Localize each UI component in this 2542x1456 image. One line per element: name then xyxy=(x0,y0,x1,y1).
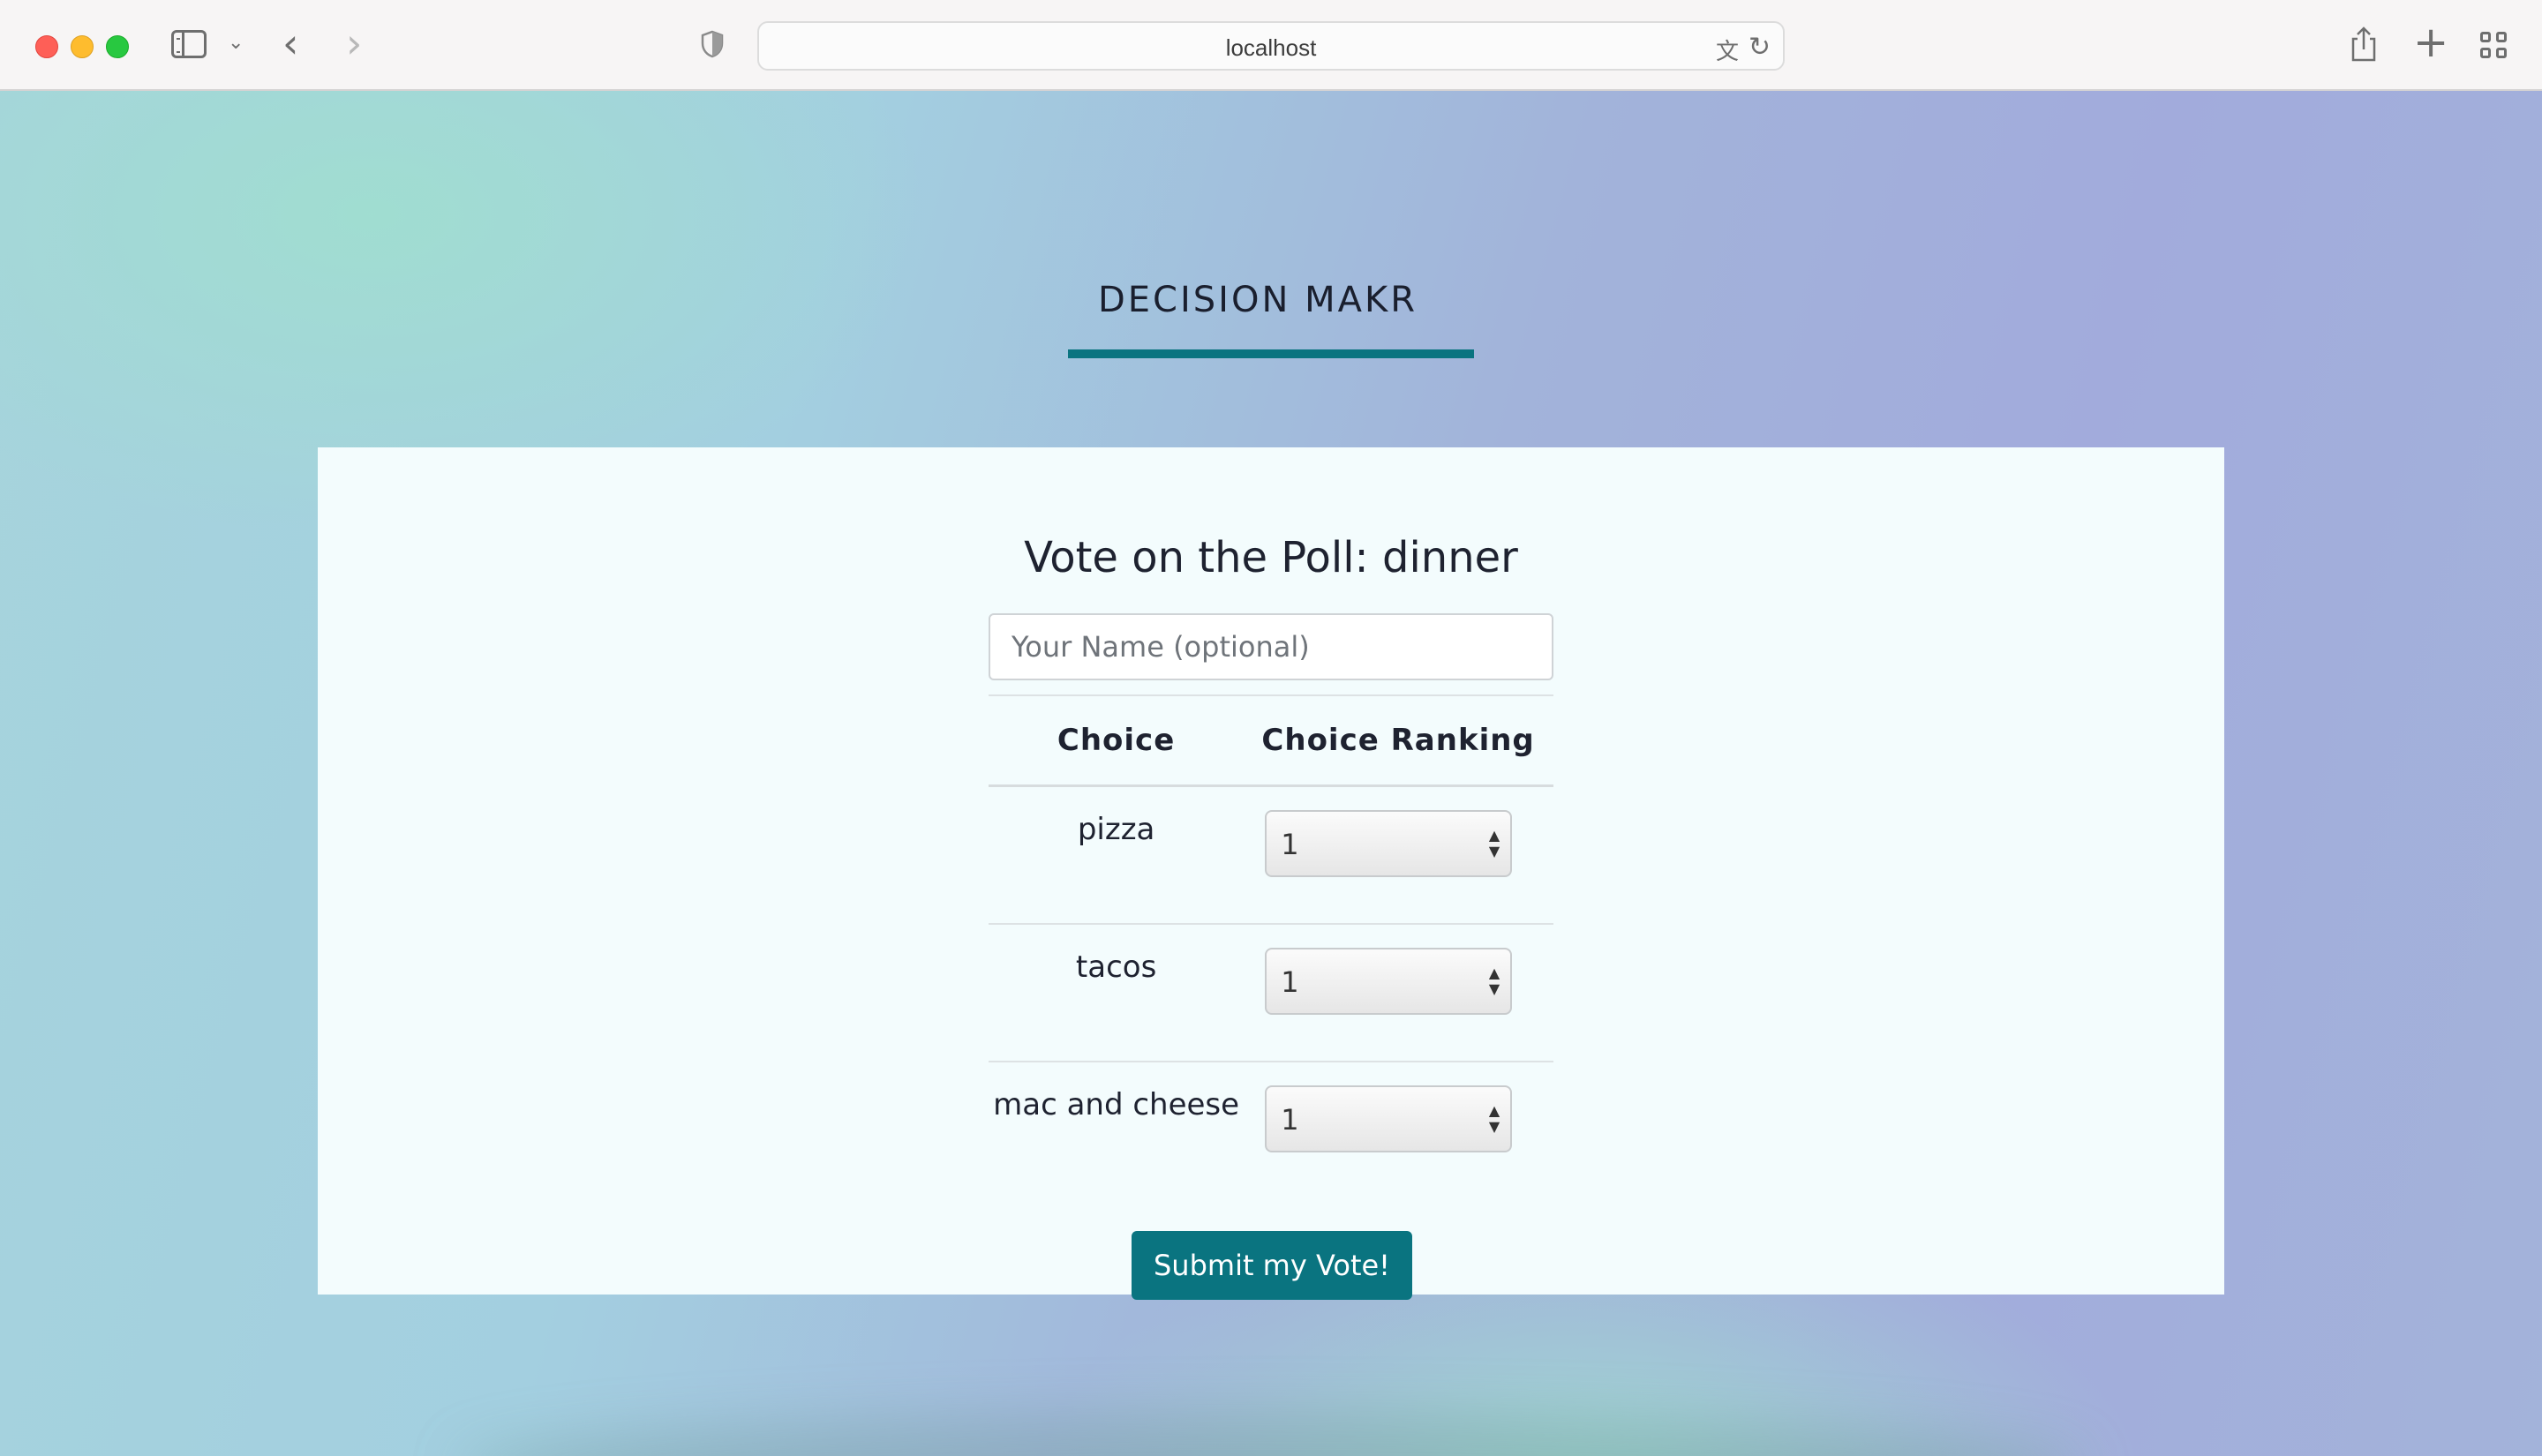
rank-value: 1 xyxy=(1281,828,1299,861)
tab-overview-icon[interactable] xyxy=(2480,32,2508,60)
back-arrow-icon[interactable]: ‹ xyxy=(282,23,298,64)
reload-icon[interactable]: ↻ xyxy=(1749,32,1771,63)
ranking-table: Choice Choice Ranking pizza 1 ▲▼ tacos xyxy=(989,694,1553,1198)
page-viewport: DECISION MAKR Vote on the Poll: dinner C… xyxy=(0,91,2542,1456)
translate-icon[interactable]: 文 xyxy=(1716,34,1739,66)
footer-shadow xyxy=(459,1415,2083,1456)
new-tab-plus-icon[interactable]: + xyxy=(2413,21,2448,64)
rank-select-tacos[interactable]: 1 ▲ ▼ xyxy=(1265,948,1513,1015)
minimize-window-button[interactable] xyxy=(71,35,94,58)
privacy-shield-icon[interactable] xyxy=(701,30,724,58)
zoom-window-button[interactable] xyxy=(106,35,129,58)
table-row: mac and cheese 1 ▲ ▼ xyxy=(989,1062,1553,1198)
share-icon[interactable] xyxy=(2350,26,2378,64)
forward-arrow-icon[interactable]: › xyxy=(346,23,362,64)
submit-vote-button[interactable]: Submit my Vote! xyxy=(1132,1231,1412,1300)
table-row: pizza 1 ▲ ▼ xyxy=(989,785,1553,925)
chevron-down-icon[interactable]: ⌄ xyxy=(228,34,244,53)
rank-value: 1 xyxy=(1281,965,1299,999)
poll-title: Vote on the Poll: dinner xyxy=(1024,533,1518,582)
table-header-row: Choice Choice Ranking xyxy=(989,694,1553,787)
choice-column-header: Choice xyxy=(989,694,1245,787)
choice-label: tacos xyxy=(989,924,1245,1062)
choice-label: mac and cheese xyxy=(993,1087,1240,1122)
brand-title: DECISION MAKR xyxy=(1097,280,1418,320)
table-row: tacos 1 ▲ ▼ xyxy=(989,924,1553,1062)
rank-select-pizza[interactable]: 1 ▲ ▼ xyxy=(1265,810,1513,877)
rank-select-mac-and-cheese[interactable]: 1 ▲ ▼ xyxy=(1265,1085,1513,1152)
browser-toolbar: ⌄ ‹ › localhost 文 ↻ + xyxy=(0,0,2542,91)
choice-label: pizza xyxy=(989,785,1245,925)
stepper-arrows-icon: ▲ ▼ xyxy=(1488,964,1500,997)
url-text: localhost xyxy=(1225,34,1317,61)
sidebar-toggle-icon[interactable] xyxy=(171,30,207,58)
ranking-column-header: Choice Ranking xyxy=(1244,694,1553,787)
stepper-arrows-icon: ▲ ▼ xyxy=(1488,827,1500,859)
address-bar[interactable]: localhost 文 ↻ xyxy=(757,21,1785,71)
stepper-arrows-icon: ▲ ▼ xyxy=(1488,1102,1500,1135)
poll-card: Vote on the Poll: dinner Choice Choice R… xyxy=(318,447,2224,1300)
rank-value: 1 xyxy=(1281,1103,1299,1137)
brand-underline xyxy=(1068,349,1474,358)
close-window-button[interactable] xyxy=(35,35,58,58)
name-input[interactable] xyxy=(989,613,1553,680)
